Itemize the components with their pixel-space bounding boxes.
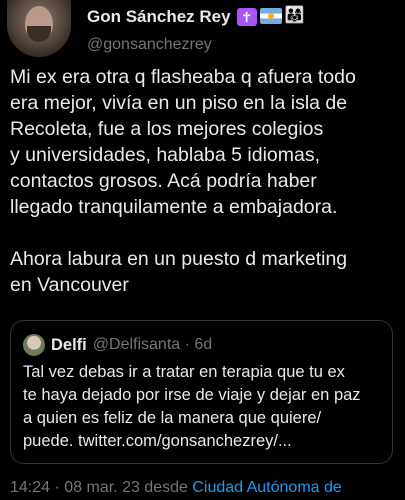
author-name-row: Gon Sánchez Rey ✝ 👨‍👩‍👧 [87,7,305,27]
family-icon: 👨‍👩‍👧 [284,7,305,24]
quoted-tweet-card[interactable]: Delfi @Delfisanta · 6d Tal vez debas ir … [10,320,393,464]
name-badges: ✝ 👨‍👩‍👧 [236,7,305,26]
latin-cross-icon: ✝ [236,8,257,26]
tweet-text: Mi ex era otra q flasheaba q afuera todo… [10,66,356,296]
quoted-tweet-header: Delfi @Delfisanta · 6d [23,334,212,356]
author-display-name[interactable]: Gon Sánchez Rey [87,7,231,27]
quoted-author-name: Delfi [51,335,87,354]
argentina-flag-icon [259,8,282,24]
tweet-datetime: 14:24 · 08 mar. 23 desde [10,479,193,496]
tweet-location-link[interactable]: Ciudad Autónoma de [192,479,341,496]
author-avatar[interactable] [7,0,71,57]
quoted-author-avatar [23,334,45,356]
author-handle[interactable]: @gonsanchezrey [87,36,212,54]
tweet-meta: 14:24 · 08 mar. 23 desde Ciudad Autónoma… [10,479,342,497]
avatar-beard [27,26,51,42]
quoted-author-handle-time: @Delfisanta · 6d [92,336,213,353]
quoted-tweet-text: Tal vez debas ir a tratar en terapia que… [23,363,361,450]
